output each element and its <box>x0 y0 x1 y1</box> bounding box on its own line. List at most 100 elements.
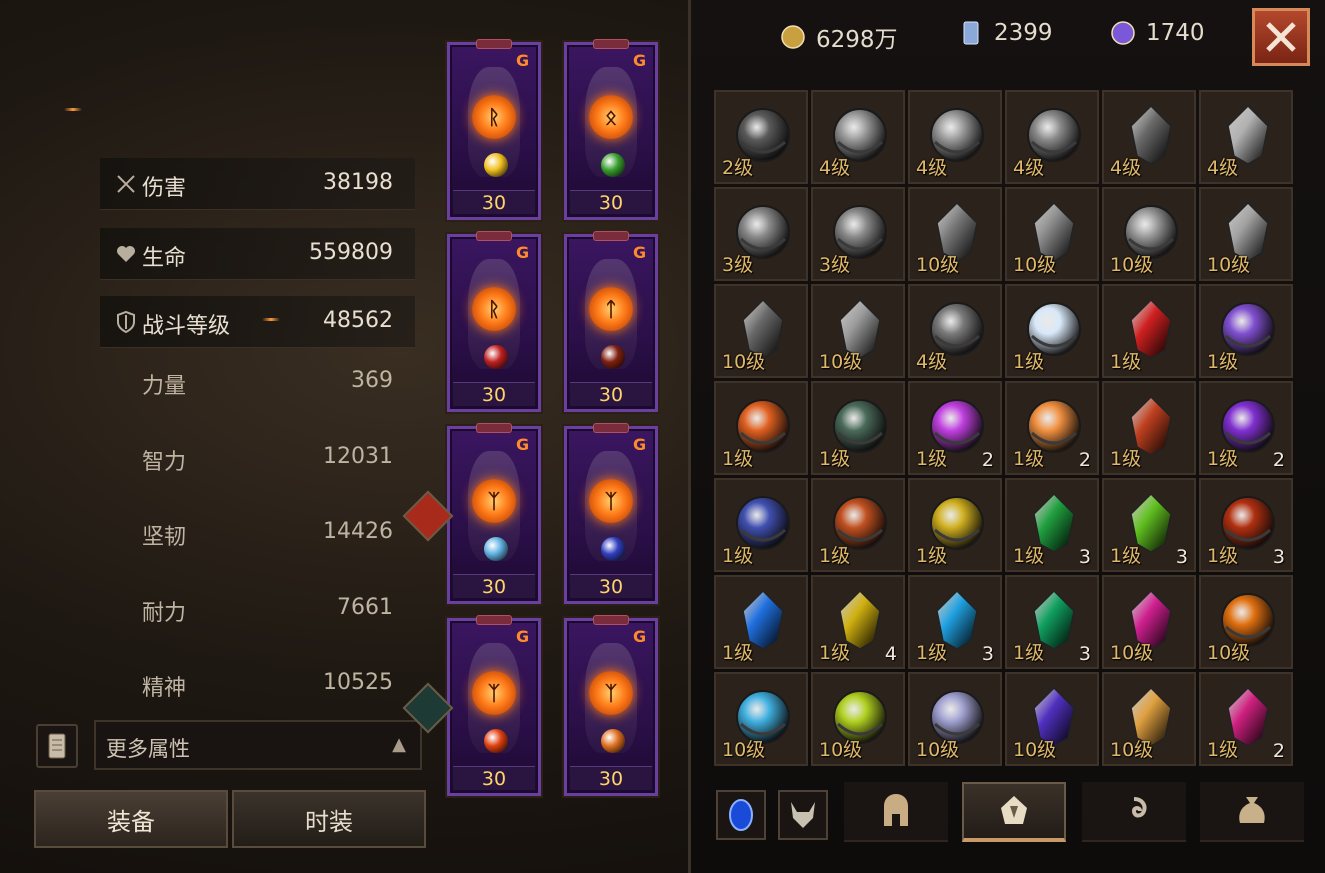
inventory-slot[interactable]: 10级 <box>1199 187 1293 281</box>
horned-helm-icon <box>785 798 821 832</box>
inventory-slot[interactable]: 10级 <box>1102 672 1196 766</box>
inventory-slot[interactable]: 1级 2 <box>1199 672 1293 766</box>
tab-fashion[interactable]: 时装 <box>232 790 426 848</box>
equipment-slot[interactable]: G ᚱ 30 <box>447 39 541 220</box>
item-level: 2级 <box>722 157 754 179</box>
item-count: 3 <box>981 643 994 665</box>
inventory-slot[interactable]: 10级 <box>811 284 905 378</box>
rune-icon: ᛉ <box>472 479 516 523</box>
scroll-icon-button[interactable] <box>36 724 78 768</box>
inventory-slot[interactable]: 1级 <box>1005 284 1099 378</box>
equipment-slot[interactable]: G ᛏ 30 <box>564 231 658 412</box>
inventory-slot[interactable]: 3级 <box>714 187 808 281</box>
inventory-slot[interactable]: 10级 <box>714 284 808 378</box>
inventory-slot[interactable]: 1级 <box>1102 381 1196 475</box>
inventory-slot[interactable]: 1级 2 <box>908 381 1002 475</box>
inventory-filter-tab[interactable] <box>716 790 766 840</box>
inventory-slot[interactable]: 10级 <box>1102 575 1196 669</box>
inventory-slot[interactable]: 10级 <box>1199 575 1293 669</box>
inventory-slot[interactable]: 1级 <box>908 478 1002 572</box>
inventory-slot[interactable]: 1级 <box>811 478 905 572</box>
item-level: 10级 <box>916 739 960 761</box>
item-level: 1级 <box>1207 739 1239 761</box>
equipment-level: 30 <box>570 766 652 790</box>
item-level: 10级 <box>819 351 863 373</box>
item-level: 1级 <box>916 448 948 470</box>
chevron-up-icon: ▲ <box>392 734 406 755</box>
inventory-slot[interactable]: 4级 <box>1199 90 1293 184</box>
equipment-slot[interactable]: G ᚱ 30 <box>447 231 541 412</box>
inventory-slot[interactable]: 1级 <box>811 381 905 475</box>
inventory-slot[interactable]: 1级 3 <box>1102 478 1196 572</box>
inventory-filter-tab[interactable] <box>778 790 828 840</box>
stat-row: 力量 369 <box>100 362 415 402</box>
inventory-filter-tab[interactable] <box>1200 782 1304 842</box>
legendary-mark-icon: G <box>633 435 647 454</box>
stat-row: 生命 559809 <box>100 228 415 280</box>
inventory-slot[interactable]: 4级 <box>1005 90 1099 184</box>
inventory-slot[interactable]: 10级 <box>1102 187 1196 281</box>
legendary-mark-icon: G <box>516 243 530 262</box>
stat-row: 伤害 38198 <box>100 158 415 210</box>
stat-label: 精神 <box>142 676 187 701</box>
item-count: 3 <box>1078 643 1091 665</box>
inventory-slot[interactable]: 1级 2 <box>1005 381 1099 475</box>
inventory-slot[interactable]: 1级 3 <box>1005 575 1099 669</box>
inventory-filter-tab[interactable] <box>962 782 1066 842</box>
equipment-slot[interactable]: G ᛉ 30 <box>447 615 541 796</box>
inventory-slot[interactable]: 3级 <box>811 187 905 281</box>
equipment-slot[interactable]: G ᛉ 30 <box>564 423 658 604</box>
inventory-filter-tab[interactable] <box>1082 782 1186 842</box>
card-crest <box>593 39 629 49</box>
inventory-slot[interactable]: 1级 <box>714 575 808 669</box>
inventory-slot[interactable]: 1级 <box>1102 284 1196 378</box>
inventory-slot[interactable]: 1级 4 <box>811 575 905 669</box>
inventory-slot[interactable]: 10级 <box>714 672 808 766</box>
equipment-slot[interactable]: G ᛟ 30 <box>564 39 658 220</box>
inventory-slot[interactable]: 1级 3 <box>908 575 1002 669</box>
equipment-level: 30 <box>570 382 652 406</box>
inventory-slot[interactable]: 10级 <box>811 672 905 766</box>
close-icon <box>1266 22 1296 52</box>
card-crest <box>476 423 512 433</box>
item-level: 1级 <box>722 448 754 470</box>
more-attributes-dropdown[interactable]: 更多属性 ▲ <box>94 720 422 770</box>
stat-value: 369 <box>351 368 393 393</box>
inventory-slot[interactable]: 2级 <box>714 90 808 184</box>
inventory-slot[interactable]: 1级 2 <box>1199 381 1293 475</box>
stat-value: 10525 <box>323 670 393 695</box>
item-level: 4级 <box>916 157 948 179</box>
item-level: 4级 <box>1110 157 1142 179</box>
stat-value: 7661 <box>337 594 393 620</box>
close-button[interactable] <box>1252 8 1310 66</box>
item-level: 10级 <box>1013 254 1057 276</box>
tab-equipment[interactable]: 装备 <box>34 790 228 848</box>
socket-gem-icon <box>484 153 508 177</box>
inventory-slot[interactable]: 10级 <box>908 672 1002 766</box>
inventory-slot[interactable]: 4级 <box>908 90 1002 184</box>
inventory-slot[interactable]: 1级 <box>714 478 808 572</box>
inventory-slot[interactable]: 10级 <box>1005 187 1099 281</box>
rune-icon: ᛏ <box>589 287 633 331</box>
equipment-slot[interactable]: G ᛉ 30 <box>447 423 541 604</box>
rune-stone-icon <box>997 794 1031 828</box>
inventory-grid: 2级 4级 4级 4级 4级 4级 3级 3级 10级 10级 10级 10级 … <box>714 90 1302 766</box>
item-level: 1级 <box>722 545 754 567</box>
inventory-slot[interactable]: 4级 <box>908 284 1002 378</box>
stat-value: 559809 <box>309 240 393 265</box>
inventory-slot[interactable]: 4级 <box>811 90 905 184</box>
inventory-filter-tab[interactable] <box>844 782 948 842</box>
inventory-slot[interactable]: 4级 <box>1102 90 1196 184</box>
inventory-slot[interactable]: 1级 <box>714 381 808 475</box>
crossed-swords-icon <box>114 172 138 196</box>
equipment-slot[interactable]: G ᛉ 30 <box>564 615 658 796</box>
blue-crystal-icon <box>958 20 994 46</box>
inventory-slot[interactable]: 10级 <box>908 187 1002 281</box>
inventory-slot[interactable]: 1级 3 <box>1199 478 1293 572</box>
legendary-mark-icon: G <box>633 243 647 262</box>
inventory-slot[interactable]: 10级 <box>1005 672 1099 766</box>
currency-value: 2399 <box>994 20 1053 46</box>
equipment-level: 30 <box>453 382 535 406</box>
inventory-slot[interactable]: 1级 3 <box>1005 478 1099 572</box>
inventory-slot[interactable]: 1级 <box>1199 284 1293 378</box>
